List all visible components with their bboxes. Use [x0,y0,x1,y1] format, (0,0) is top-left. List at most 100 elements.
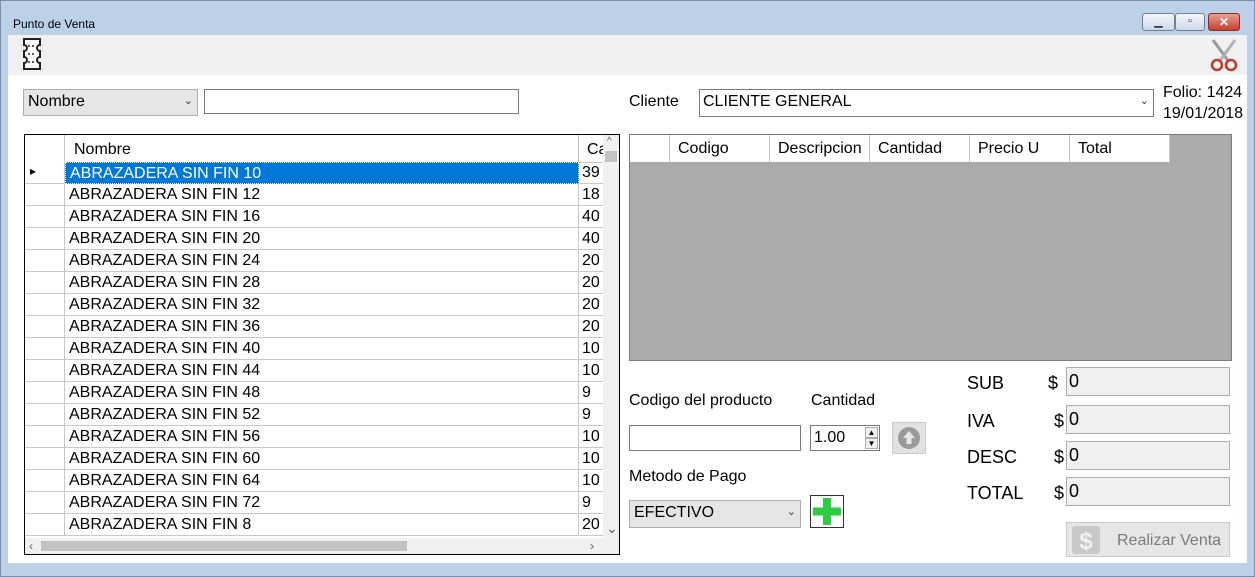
cell-cantidad[interactable]: 9 [579,404,603,426]
cell-nombre[interactable]: ABRAZADERA SIN FIN 72 [65,492,579,514]
column-header-codigo[interactable]: Codigo [670,135,770,162]
scroll-down-icon[interactable]: ⌄ [606,520,618,537]
table-row[interactable]: ABRAZADERA SIN FIN 36 20 [25,316,603,338]
product-code-input[interactable] [629,425,801,451]
row-header[interactable] [25,360,65,382]
cell-nombre[interactable]: ABRAZADERA SIN FIN 12 [65,184,579,206]
table-row[interactable]: ABRAZADERA SIN FIN 48 9 [25,382,603,404]
close-button[interactable]: ✕ [1208,13,1240,31]
row-header[interactable] [25,206,65,228]
cell-cantidad[interactable]: 10 [579,448,603,470]
cell-nombre[interactable]: ABRAZADERA SIN FIN 60 [65,448,579,470]
table-row[interactable]: ABRAZADERA SIN FIN 24 20 [25,250,603,272]
row-header[interactable] [25,338,65,360]
table-row[interactable]: ABRAZADERA SIN FIN 44 10 [25,360,603,382]
minimize-button[interactable]: ▁ [1142,13,1175,31]
row-header[interactable] [25,382,65,404]
cell-nombre[interactable]: ABRAZADERA SIN FIN 40 [65,338,579,360]
cell-cantidad[interactable]: 10 [579,338,603,360]
sale-grid[interactable]: Codigo Descripcion Cantidad Precio U Tot… [629,134,1232,361]
cell-cantidad[interactable]: 20 [579,250,603,272]
cell-nombre[interactable]: ABRAZADERA SIN FIN 24 [65,250,579,272]
cell-nombre[interactable]: ABRAZADERA SIN FIN 52 [65,404,579,426]
column-header-nombre[interactable]: Nombre [65,135,579,162]
cell-nombre[interactable]: ABRAZADERA SIN FIN 36 [65,316,579,338]
scissors-icon[interactable] [1209,38,1239,77]
table-row[interactable]: ABRAZADERA SIN FIN 64 10 [25,470,603,492]
cell-nombre[interactable]: ABRAZADERA SIN FIN 44 [65,360,579,382]
table-row[interactable]: ABRAZADERA SIN FIN 12 18 [25,184,603,206]
table-row[interactable]: ABRAZADERA SIN FIN 56 10 [25,426,603,448]
add-payment-button[interactable] [810,495,844,528]
row-header[interactable] [25,470,65,492]
row-header[interactable] [25,492,65,514]
cell-cantidad[interactable]: 20 [579,316,603,338]
row-header[interactable] [25,514,65,536]
row-header[interactable] [25,404,65,426]
row-header[interactable] [25,426,65,448]
cell-nombre[interactable]: ABRAZADERA SIN FIN 8 [65,514,579,536]
quantity-stepper[interactable]: 1.00 ▲ ▼ [810,425,880,451]
cell-cantidad[interactable]: 9 [579,492,603,514]
table-row[interactable]: ABRAZADERA SIN FIN 20 40 [25,228,603,250]
vertical-scrollbar[interactable]: ^ ⌄ [603,135,619,538]
payment-method-select[interactable]: EFECTIVO ⌄ [629,500,801,528]
cell-cantidad[interactable]: 9 [579,382,603,404]
cell-cantidad[interactable]: 39 [579,162,603,184]
column-header-cantidad[interactable]: Cantidad [870,135,970,162]
scroll-left-icon[interactable]: ‹ [29,539,33,553]
increment-icon[interactable]: ▲ [865,427,878,438]
cell-cantidad[interactable]: 20 [579,294,603,316]
table-row[interactable]: ABRAZADERA SIN FIN 28 20 [25,272,603,294]
table-row[interactable]: ABRAZADERA SIN FIN 16 40 [25,206,603,228]
table-row[interactable]: ▸ ABRAZADERA SIN FIN 10 39 [25,162,603,184]
cell-nombre[interactable]: ABRAZADERA SIN FIN 56 [65,426,579,448]
checkout-button[interactable]: $ Realizar Venta [1066,522,1230,557]
ticket-icon[interactable] [18,37,48,76]
cell-nombre[interactable]: ABRAZADERA SIN FIN 16 [65,206,579,228]
scroll-right-icon[interactable]: › [590,539,594,553]
add-quantity-button[interactable] [892,422,926,454]
row-header[interactable] [25,272,65,294]
cell-nombre[interactable]: ABRAZADERA SIN FIN 10 [65,162,579,184]
cell-cantidad[interactable]: 18 [579,184,603,206]
cell-cantidad[interactable]: 10 [579,470,603,492]
cell-nombre[interactable]: ABRAZADERA SIN FIN 64 [65,470,579,492]
scroll-thumb[interactable] [605,151,617,162]
cell-nombre[interactable]: ABRAZADERA SIN FIN 32 [65,294,579,316]
search-input[interactable] [204,89,519,114]
row-header[interactable] [25,228,65,250]
row-header[interactable] [25,448,65,470]
cell-cantidad[interactable]: 40 [579,206,603,228]
cell-nombre[interactable]: ABRAZADERA SIN FIN 20 [65,228,579,250]
cell-cantidad[interactable]: 40 [579,228,603,250]
search-field-select[interactable]: Nombre ⌄ [23,89,198,116]
column-header-descripcion[interactable]: Descripcion [770,135,870,162]
table-row[interactable]: ABRAZADERA SIN FIN 40 10 [25,338,603,360]
table-row[interactable]: ABRAZADERA SIN FIN 72 9 [25,492,603,514]
cell-cantidad[interactable]: 10 [579,360,603,382]
row-header[interactable] [25,316,65,338]
scroll-thumb[interactable] [41,541,407,551]
row-header[interactable]: ▸ [25,162,65,184]
table-row[interactable]: ABRAZADERA SIN FIN 60 10 [25,448,603,470]
row-header[interactable] [25,184,65,206]
row-header[interactable] [25,250,65,272]
decrement-icon[interactable]: ▼ [865,438,878,449]
row-header[interactable] [25,294,65,316]
title-bar[interactable]: Punto de Venta ▁ ▫ ✕ [1,1,1254,35]
cell-cantidad[interactable]: 20 [579,514,603,536]
scroll-up-icon[interactable]: ^ [607,136,612,147]
cell-nombre[interactable]: ABRAZADERA SIN FIN 48 [65,382,579,404]
cell-cantidad[interactable]: 10 [579,426,603,448]
maximize-button[interactable]: ▫ [1175,13,1205,31]
product-grid[interactable]: Nombre Ca ▸ABRAZADERA SIN FIN 1039ABRAZA… [24,134,620,555]
cell-cantidad[interactable]: 20 [579,272,603,294]
table-row[interactable]: ABRAZADERA SIN FIN 32 20 [25,294,603,316]
column-header-precio[interactable]: Precio U [970,135,1070,162]
cell-nombre[interactable]: ABRAZADERA SIN FIN 28 [65,272,579,294]
table-row[interactable]: ABRAZADERA SIN FIN 8 20 [25,514,603,536]
horizontal-scrollbar[interactable]: ‹ › [25,538,603,554]
table-row[interactable]: ABRAZADERA SIN FIN 52 9 [25,404,603,426]
column-header-cantidad[interactable]: Ca [579,135,603,162]
